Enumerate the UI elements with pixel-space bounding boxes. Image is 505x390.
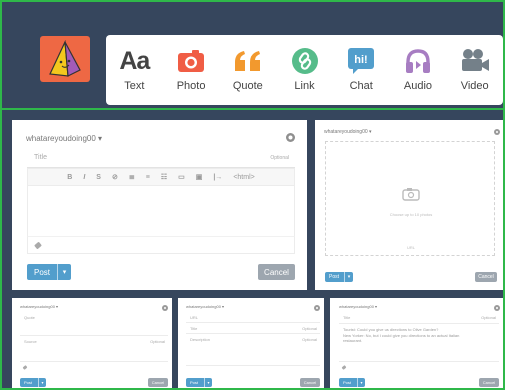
cancel-button[interactable]: Cancel [300, 378, 320, 387]
tags-field[interactable] [27, 236, 295, 254]
divider-button[interactable]: ▭ [178, 173, 185, 181]
post-type-text-button[interactable]: Aa Text [106, 35, 163, 105]
blog-selector[interactable]: whatareyoudoing00 ▾ [20, 304, 58, 309]
post-type-header: Aa Text Photo Quote Link hi! Chat Audio … [2, 2, 503, 110]
post-type-label: Photo [176, 80, 206, 92]
gear-icon[interactable] [162, 305, 168, 311]
drop-zone-text: Choose up to 10 photos [389, 212, 433, 217]
link-post-editor: whatareyoudoing00 ▾ URL Title Optional D… [178, 298, 324, 388]
blog-selector[interactable]: whatareyoudoing00 ▾ [324, 129, 372, 135]
cancel-button[interactable]: Cancel [148, 378, 168, 387]
url-field[interactable]: URL [186, 312, 320, 323]
blog-selector[interactable]: whatareyoudoing00 ▾ [26, 134, 102, 143]
gear-icon[interactable] [314, 305, 320, 311]
cancel-button[interactable]: Cancel [475, 272, 497, 282]
blog-selector[interactable]: whatareyoudoing00 ▾ [186, 304, 224, 309]
chat-bubble-icon: hi! [348, 48, 375, 74]
title-field[interactable]: Title Optional [27, 150, 295, 168]
tag-icon[interactable] [341, 365, 347, 370]
avatar[interactable] [40, 36, 90, 82]
bullet-list-button[interactable]: ≡ [146, 174, 150, 181]
post-button[interactable]: Post ▾ [339, 378, 365, 387]
post-button[interactable]: Post ▾ [325, 272, 353, 282]
post-type-label: Chat [349, 80, 373, 92]
formatting-toolbar: B I S ⊘ ≣ ≡ ☷ ▭ ▣ |→ <html> [27, 168, 295, 186]
photo-post-editor: whatareyoudoing00 ▾ Choose up to 10 phot… [315, 120, 503, 290]
post-type-label: Quote [232, 80, 263, 92]
read-more-button[interactable]: |→ [213, 174, 222, 181]
chevron-down-icon[interactable]: ▾ [38, 378, 46, 387]
tag-icon[interactable] [22, 365, 28, 370]
photo-drop-zone[interactable]: Choose up to 10 photos URL [325, 141, 495, 256]
chevron-down-icon[interactable]: ▾ [57, 264, 71, 280]
post-button[interactable]: Post ▾ [20, 378, 46, 387]
source-field[interactable]: Source Optional [20, 336, 168, 362]
post-button[interactable]: Post ▾ [27, 264, 71, 280]
html-button[interactable]: <html> [233, 174, 254, 181]
camera-icon [178, 50, 205, 72]
quote-icon [234, 51, 260, 71]
blog-selector[interactable]: whatareyoudoing00 ▾ [339, 304, 377, 309]
link-description-field[interactable]: Description Optional [186, 334, 320, 366]
post-type-label: Audio [403, 80, 433, 92]
link-icon [291, 48, 318, 74]
pyramid-icon [49, 40, 81, 77]
post-type-video-button[interactable]: Video [446, 35, 503, 105]
gear-icon[interactable] [286, 133, 295, 142]
video-camera-icon [461, 49, 489, 71]
chevron-down-icon[interactable]: ▾ [344, 272, 353, 282]
tag-icon [34, 241, 42, 250]
dashboard: Aa Text Photo Quote Link hi! Chat Audio … [0, 0, 505, 390]
link-button[interactable]: ⊘ [112, 173, 118, 181]
post-type-bar: Aa Text Photo Quote Link hi! Chat Audio … [106, 35, 503, 105]
post-type-label: Video [460, 80, 489, 92]
svg-text:hi!: hi! [355, 54, 368, 66]
chat-dialogue-textarea[interactable]: Tourist: Could you give us directions to… [339, 324, 499, 362]
quote-block-button[interactable]: ☷ [161, 173, 167, 181]
post-type-label: Text [124, 80, 145, 92]
photo-url-link[interactable]: URL [326, 245, 496, 250]
chevron-down-icon[interactable]: ▾ [357, 378, 365, 387]
post-type-link-button[interactable]: Link [276, 35, 333, 105]
image-button[interactable]: ▣ [196, 173, 203, 181]
text-post-editor: whatareyoudoing00 ▾ Title Optional B I S… [12, 120, 307, 290]
chat-title-field[interactable]: Title Optional [339, 312, 499, 324]
italic-button[interactable]: I [83, 174, 85, 181]
bold-button[interactable]: B [67, 174, 72, 181]
numbered-list-button[interactable]: ≣ [129, 173, 135, 181]
gear-icon[interactable] [494, 305, 500, 311]
post-type-photo-button[interactable]: Photo [163, 35, 220, 105]
gear-icon[interactable] [494, 129, 500, 135]
post-type-quote-button[interactable]: Quote [219, 35, 276, 105]
post-type-chat-button[interactable]: hi! Chat [333, 35, 390, 105]
strikethrough-button[interactable]: S [96, 174, 101, 181]
post-body-textarea[interactable] [27, 186, 295, 236]
cancel-button[interactable]: Cancel [479, 378, 499, 387]
link-title-field[interactable]: Title Optional [186, 323, 320, 334]
quote-post-editor: whatareyoudoing00 ▾ Quote Source Optiona… [12, 298, 172, 388]
chevron-down-icon[interactable]: ▾ [204, 378, 212, 387]
chat-post-editor: whatareyoudoing00 ▾ Title Optional Touri… [330, 298, 503, 388]
post-type-label: Link [294, 80, 315, 92]
text-aa-icon: Aa [119, 46, 150, 75]
post-button[interactable]: Post ▾ [186, 378, 212, 387]
post-type-audio-button[interactable]: Audio [390, 35, 447, 105]
quote-textarea[interactable]: Quote [20, 312, 168, 336]
camera-plus-icon [402, 188, 420, 201]
cancel-button[interactable]: Cancel [258, 264, 295, 280]
headphones-icon [405, 49, 430, 73]
